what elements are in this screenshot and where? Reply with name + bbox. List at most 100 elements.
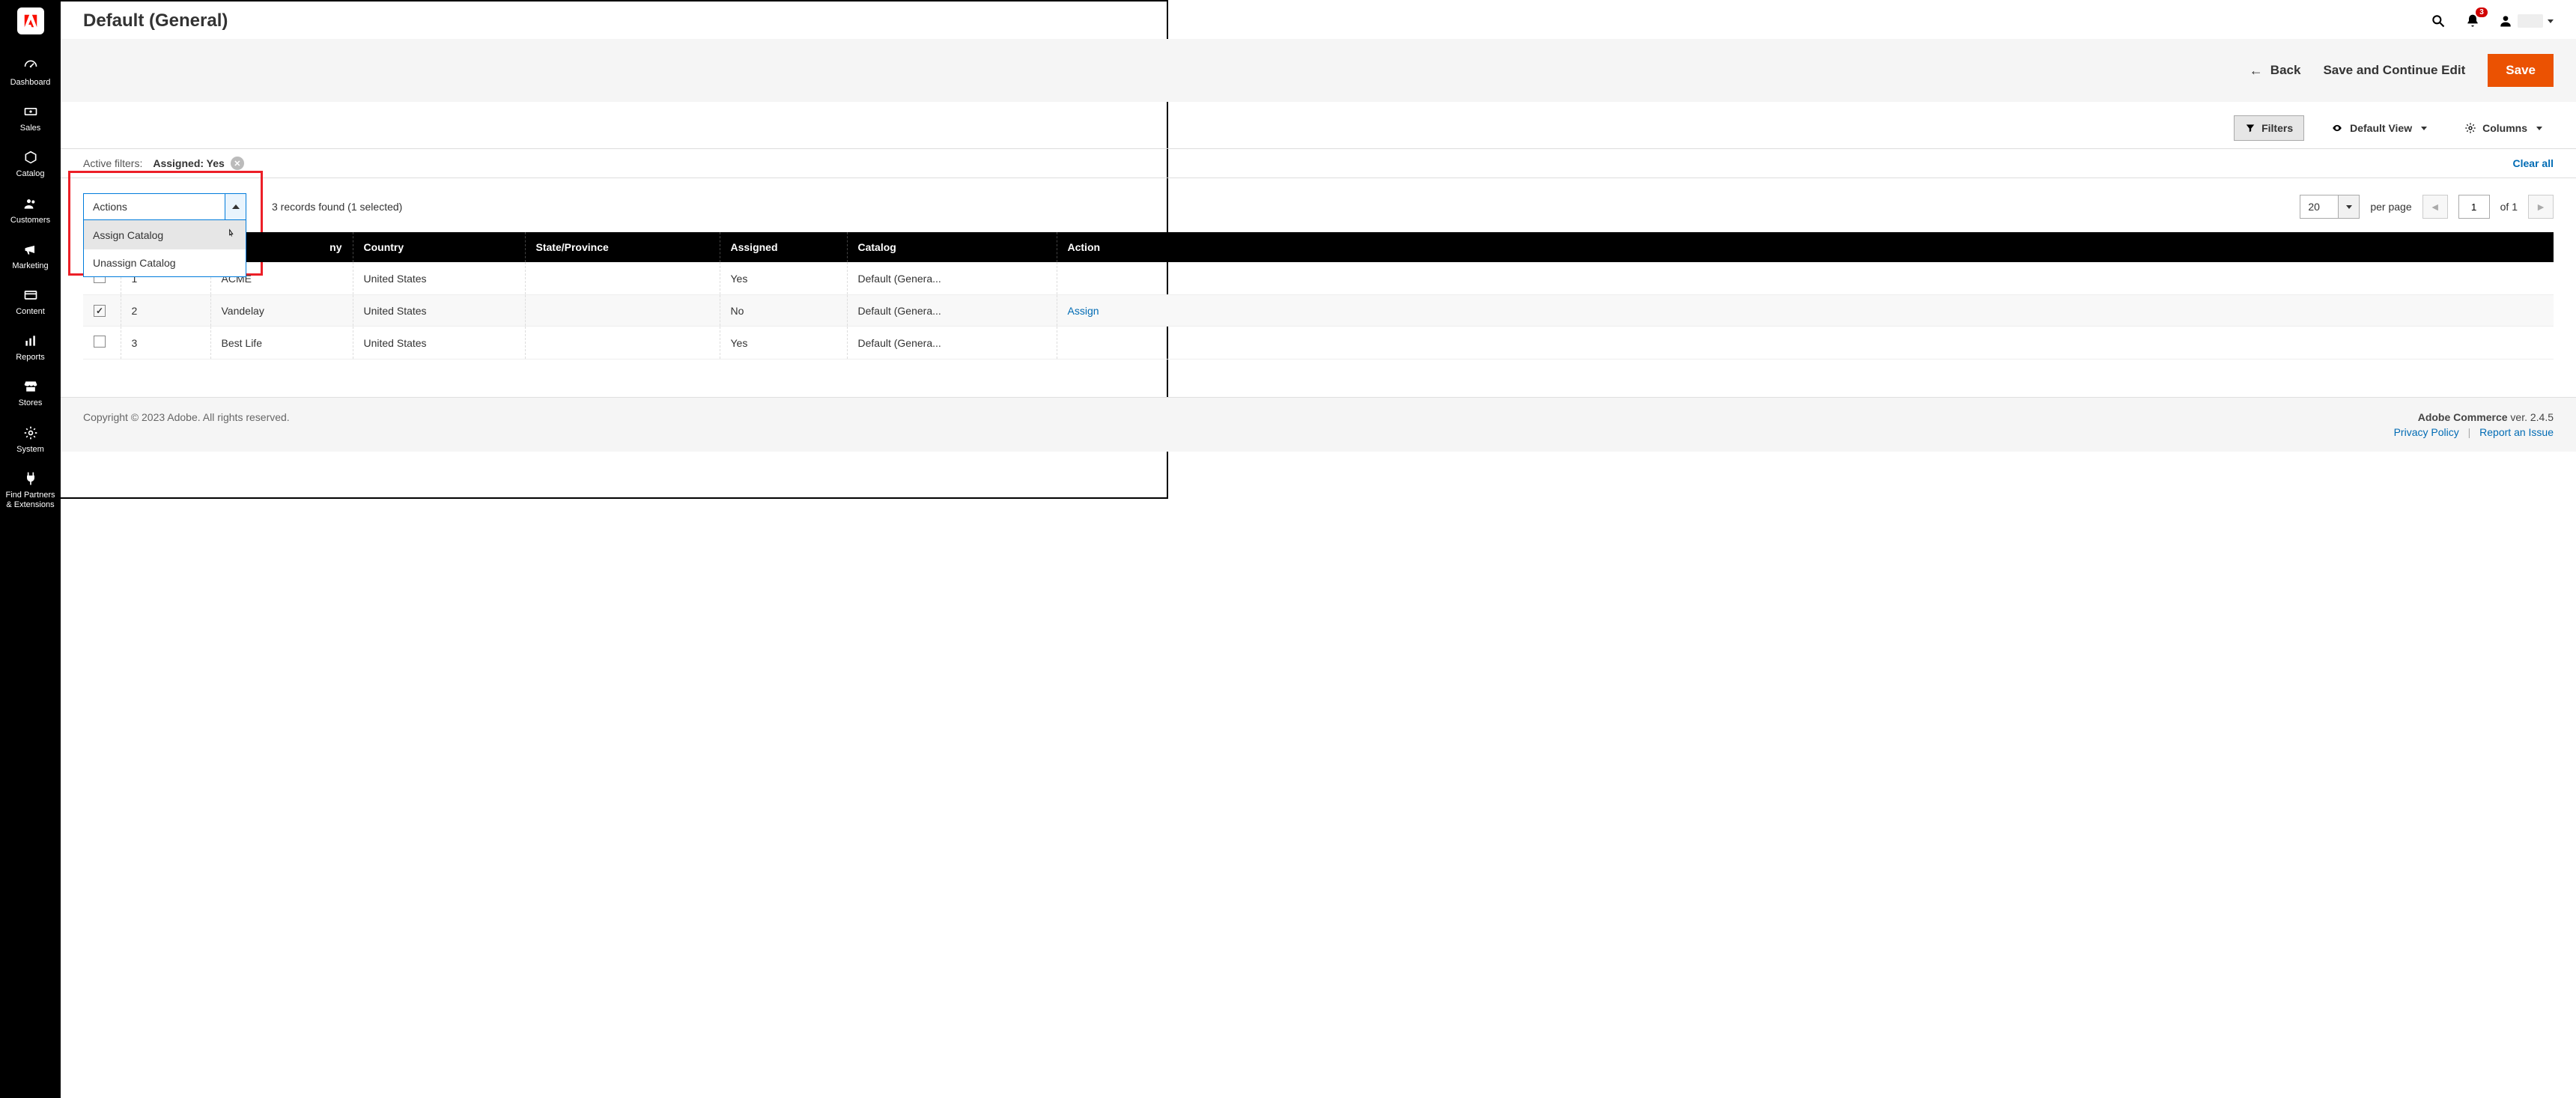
- nav-reports[interactable]: Reports: [0, 324, 61, 370]
- nav-label: Marketing: [12, 261, 48, 271]
- cell-action: [1057, 262, 2554, 295]
- table-row: 1ACMEUnited StatesYesDefault (Genera...: [83, 262, 2554, 295]
- actions-label: Actions: [84, 201, 225, 213]
- nav-label: Reports: [16, 353, 45, 363]
- header-catalog[interactable]: Catalog: [847, 232, 1057, 262]
- action-unassign-catalog[interactable]: Unassign Catalog: [84, 249, 246, 276]
- page-actions: ← Back Save and Continue Edit Save: [61, 39, 2576, 102]
- cell-country: United States: [353, 262, 525, 295]
- nav-system[interactable]: System: [0, 416, 61, 462]
- product-name: Adobe Commerce: [2418, 411, 2508, 423]
- table-row: 3Best LifeUnited StatesYesDefault (Gener…: [83, 327, 2554, 360]
- actions-dropdown-wrap: Actions Assign Catalog Unassign Catalog: [83, 193, 246, 220]
- next-page-button[interactable]: ►: [2528, 195, 2554, 219]
- nav-label: System: [16, 445, 44, 455]
- nav-label: Sales: [20, 124, 41, 133]
- chevron-up-icon: [225, 194, 246, 219]
- box-icon: [22, 148, 40, 166]
- table-row: 2VandelayUnited StatesNoDefault (Genera.…: [83, 295, 2554, 327]
- chevron-down-icon: [2339, 195, 2360, 219]
- cell-catalog: Default (Genera...: [847, 262, 1057, 295]
- back-label: Back: [2270, 63, 2301, 78]
- privacy-link[interactable]: Privacy Policy: [2394, 426, 2459, 438]
- plug-icon: [22, 470, 40, 488]
- companies-table: ID ny Country State/Province Assigned Ca…: [83, 232, 2554, 360]
- card-icon: [22, 286, 40, 304]
- search-icon[interactable]: [2429, 12, 2447, 30]
- action-assign-catalog[interactable]: Assign Catalog: [84, 220, 246, 249]
- page-input[interactable]: [2458, 195, 2490, 219]
- grid-controls: Actions Assign Catalog Unassign Catalog …: [61, 186, 2576, 232]
- nav-catalog[interactable]: Catalog: [0, 141, 61, 186]
- cell-state: [525, 295, 720, 327]
- prev-page-button[interactable]: ◄: [2422, 195, 2448, 219]
- bell-icon[interactable]: 3: [2464, 12, 2482, 30]
- topbar: Default (General) 3: [61, 0, 2576, 39]
- header-state[interactable]: State/Province: [525, 232, 720, 262]
- filter-chip-text: Assigned: Yes: [153, 157, 224, 169]
- gear-icon: [22, 424, 40, 442]
- columns-button[interactable]: Columns: [2453, 115, 2554, 141]
- page-footer: Copyright © 2023 Adobe. All rights reser…: [61, 397, 2576, 452]
- nav-label: Dashboard: [10, 78, 51, 88]
- product-version: ver. 2.4.5: [2508, 411, 2554, 423]
- nav-label: Customers: [10, 216, 50, 225]
- cell-id: 3: [121, 327, 210, 360]
- nav-dashboard[interactable]: Dashboard: [0, 49, 61, 95]
- adobe-logo[interactable]: [17, 7, 44, 34]
- default-view-label: Default View: [2350, 122, 2412, 134]
- save-button[interactable]: Save: [2488, 54, 2554, 87]
- nav-sales[interactable]: Sales: [0, 95, 61, 141]
- header-action[interactable]: Action: [1057, 232, 2554, 262]
- cell-country: United States: [353, 295, 525, 327]
- nav-label: Find Partners & Extensions: [3, 491, 58, 510]
- megaphone-icon: [22, 240, 40, 258]
- nav-partners[interactable]: Find Partners & Extensions: [0, 462, 61, 518]
- main-content: Default (General) 3 ← Back Save and Cont…: [61, 0, 2576, 1098]
- people-icon: [22, 195, 40, 213]
- default-view-button[interactable]: Default View: [2319, 115, 2438, 141]
- save-continue-button[interactable]: Save and Continue Edit: [2323, 63, 2465, 78]
- records-found-text: 3 records found (1 selected): [272, 201, 402, 213]
- gear-icon: [2464, 122, 2476, 134]
- filters-label: Filters: [2261, 122, 2293, 134]
- per-page-label: per page: [2370, 201, 2411, 213]
- nav-stores[interactable]: Stores: [0, 370, 61, 416]
- header-assigned[interactable]: Assigned: [720, 232, 847, 262]
- nav-content[interactable]: Content: [0, 279, 61, 324]
- per-page-select[interactable]: 20: [2300, 195, 2360, 219]
- actions-dropdown-menu: Assign Catalog Unassign Catalog: [83, 220, 246, 277]
- copyright: Copyright © 2023 Adobe. All rights reser…: [83, 411, 290, 423]
- action-item-label: Unassign Catalog: [93, 257, 176, 269]
- cell-assigned: Yes: [720, 327, 847, 360]
- cell-assigned: Yes: [720, 262, 847, 295]
- clear-all-link[interactable]: Clear all: [2513, 157, 2554, 169]
- user-menu[interactable]: [2498, 13, 2554, 28]
- action-item-label: Assign Catalog: [93, 229, 163, 241]
- row-checkbox[interactable]: [94, 336, 106, 348]
- row-checkbox[interactable]: [94, 305, 106, 317]
- nav-marketing[interactable]: Marketing: [0, 233, 61, 279]
- user-name-placeholder: [2518, 14, 2543, 28]
- chevron-down-icon: [2421, 127, 2427, 130]
- grid-toolbar: Filters Default View Columns: [61, 102, 2576, 148]
- cell-company: Vandelay: [210, 295, 353, 327]
- separator: |: [2468, 426, 2471, 438]
- report-issue-link[interactable]: Report an Issue: [2479, 426, 2554, 438]
- cell-id: 2: [121, 295, 210, 327]
- cell-catalog: Default (Genera...: [847, 327, 1057, 360]
- chevron-down-icon: [2536, 127, 2542, 130]
- store-icon: [22, 377, 40, 395]
- nav-label: Stores: [19, 398, 43, 408]
- back-button[interactable]: ← Back: [2250, 63, 2301, 79]
- per-page-value: 20: [2300, 195, 2339, 219]
- page-title: Default (General): [83, 10, 228, 31]
- nav-customers[interactable]: Customers: [0, 187, 61, 233]
- page-of-label: of 1: [2500, 201, 2518, 213]
- header-country[interactable]: Country: [353, 232, 525, 262]
- assign-link[interactable]: Assign: [1068, 305, 1099, 317]
- actions-dropdown-toggle[interactable]: Actions: [83, 193, 246, 220]
- filters-button[interactable]: Filters: [2234, 115, 2304, 141]
- columns-label: Columns: [2482, 122, 2527, 134]
- remove-filter-icon[interactable]: ✕: [231, 157, 244, 170]
